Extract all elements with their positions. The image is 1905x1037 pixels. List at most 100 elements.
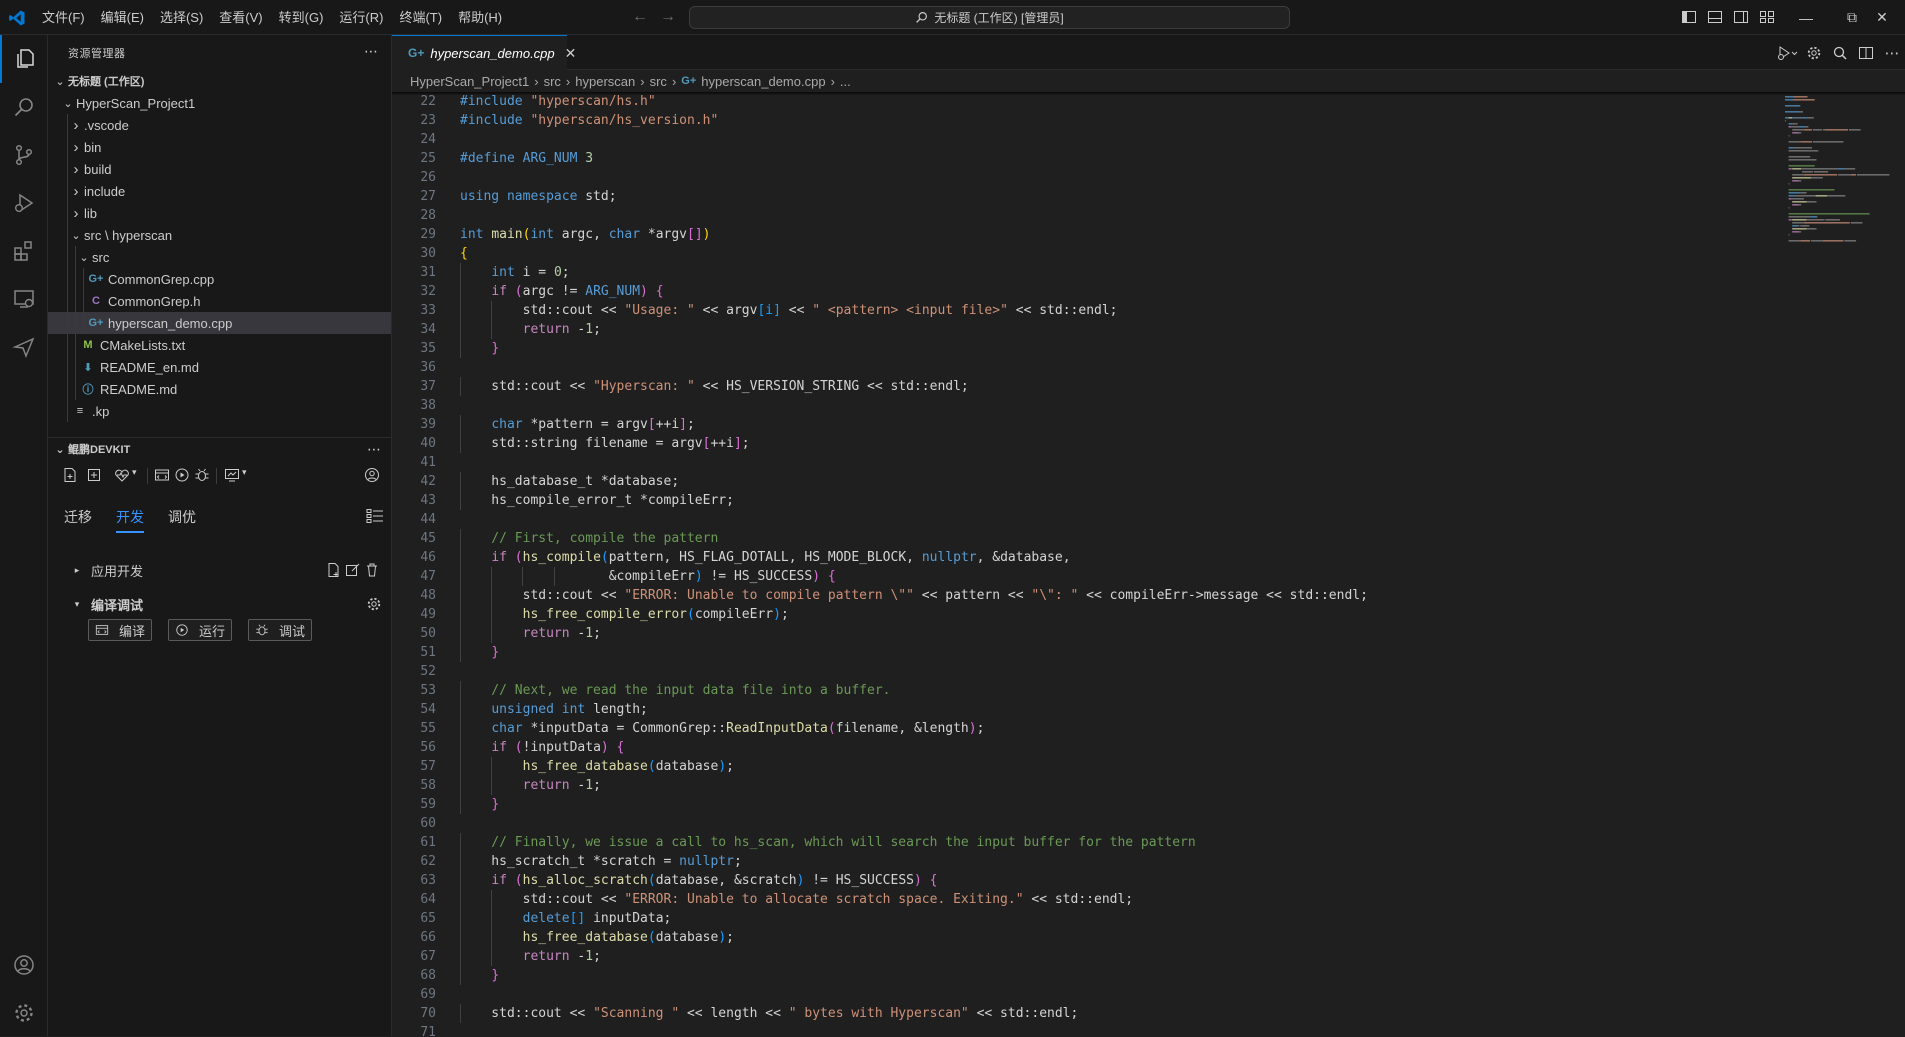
code-token: inputData; (585, 911, 672, 926)
vscode-logo-icon[interactable] (8, 9, 26, 27)
settings-gear-icon[interactable] (366, 596, 382, 612)
find-icon[interactable] (1827, 45, 1853, 61)
tree-item[interactable]: › build (48, 158, 391, 180)
menu-terminal[interactable]: 终端(T) (391, 0, 450, 35)
group-app-development[interactable]: ▸ 应用开发 (48, 559, 391, 581)
compile-button[interactable]: 编译 (88, 619, 153, 641)
debug-bug-icon[interactable] (194, 467, 210, 483)
workspace-root[interactable]: ⌄ 无标题 (工作区) (48, 70, 391, 92)
toggle-secondary-sidebar-icon[interactable] (1733, 9, 1749, 25)
delete-icon[interactable] (364, 562, 380, 578)
accounts-icon[interactable] (0, 941, 48, 989)
menu-help[interactable]: 帮助(H) (450, 0, 510, 35)
extensions-icon[interactable] (0, 227, 48, 275)
minimap-line (1812, 141, 1844, 143)
search-icon[interactable] (0, 83, 48, 131)
more-actions-icon[interactable]: ⋯ (367, 441, 381, 458)
close-window-icon[interactable]: ✕ (1859, 0, 1905, 35)
debug-button[interactable]: 调试 (248, 619, 313, 641)
new-project-icon[interactable] (62, 467, 78, 483)
line-number: 70 (420, 1006, 436, 1021)
new-file-icon[interactable] (326, 562, 342, 578)
tab-development[interactable]: 开发 (116, 507, 144, 533)
back-arrow-icon[interactable]: ← (632, 8, 648, 26)
tree-item[interactable]: ⓘ README.md (48, 378, 391, 400)
breadcrumb-src[interactable]: src (544, 74, 561, 89)
breadcrumb-hyperscan[interactable]: hyperscan (575, 74, 635, 89)
explorer-icon[interactable] (0, 35, 48, 83)
command-center[interactable]: 无标题 (工作区) [管理员] (689, 6, 1290, 29)
editor-tab-active[interactable]: G+ hyperscan_demo.cpp ✕ (392, 35, 576, 70)
menu-file[interactable]: 文件(F) (34, 0, 93, 35)
minimize-icon[interactable]: — (1783, 0, 1829, 35)
minimap-line (1817, 150, 1819, 152)
health-check-icon[interactable] (114, 467, 130, 483)
code-token: ; (976, 721, 985, 736)
edit-icon[interactable] (345, 562, 361, 578)
tree-item[interactable]: G+ hyperscan_demo.cpp (48, 312, 391, 334)
tab-tuning[interactable]: 调优 (168, 507, 196, 533)
customize-layout-icon[interactable] (1759, 9, 1775, 25)
close-tab-icon[interactable]: ✕ (565, 45, 577, 62)
more-actions-icon[interactable]: ⋯ (1879, 44, 1905, 62)
chevron-down-icon[interactable]: ▾ (132, 467, 137, 478)
run-button[interactable]: 运行 (168, 619, 233, 641)
code-line: 68 } (392, 966, 1792, 985)
compile-icon[interactable] (154, 467, 170, 483)
user-account-icon[interactable] (364, 467, 380, 483)
tree-item[interactable]: ≡ .kp (48, 400, 391, 422)
tab-migration[interactable]: 迁移 (64, 507, 92, 533)
tree-item[interactable]: ⬇ README_en.md (48, 356, 391, 378)
tree-item[interactable]: › include (48, 180, 391, 202)
code-editor[interactable]: 22 #include "hyperscan/hs.h" 23 #include "h… (392, 92, 1905, 1036)
breadcrumb-symbols[interactable]: ... (840, 74, 851, 89)
tree-item[interactable]: › .vscode (48, 114, 391, 136)
code-token: if (491, 873, 515, 888)
source-control-icon[interactable] (0, 131, 48, 179)
breadcrumb-project[interactable]: HyperScan_Project1 (410, 74, 529, 89)
run-icon[interactable] (174, 467, 190, 483)
minimap[interactable] (1781, 92, 1891, 292)
code-token: ; (561, 265, 570, 280)
more-actions-icon[interactable]: ⋯ (364, 43, 378, 60)
menu-go[interactable]: 转到(G) (271, 0, 332, 35)
manage-gear-icon[interactable] (0, 989, 48, 1037)
breadcrumb-src-inner[interactable]: src (650, 74, 667, 89)
menu-view[interactable]: 查看(V) (211, 0, 270, 35)
group-build-debug[interactable]: ▾ 编译调试 (48, 593, 391, 615)
tree-item[interactable]: ⌄ src (48, 246, 391, 268)
chevron-down-icon[interactable]: ▾ (242, 467, 247, 478)
run-debug-icon[interactable] (0, 179, 48, 227)
tree-item[interactable]: G+ CommonGrep.cpp (48, 268, 391, 290)
menu-selection[interactable]: 选择(S) (152, 0, 211, 35)
toggle-primary-sidebar-icon[interactable] (1681, 9, 1697, 25)
run-debug-dropdown-icon[interactable] (1775, 45, 1801, 61)
tree-item-label: build (84, 161, 112, 177)
minimap-line (1800, 132, 1802, 134)
split-editor-icon[interactable] (1853, 45, 1879, 61)
tree-item[interactable]: M CMakeLists.txt (48, 334, 391, 356)
devkit-header[interactable]: ⌄ 鲲鹏DEVKIT ⋯ (48, 437, 391, 460)
code-token: i = (522, 265, 554, 280)
forward-arrow-icon[interactable]: → (660, 8, 676, 26)
import-project-icon[interactable] (86, 467, 102, 483)
settings-gear-icon[interactable] (1801, 45, 1827, 61)
monitor-icon[interactable] (224, 467, 240, 483)
code-token: delete (522, 911, 570, 926)
kunpeng-devkit-icon[interactable] (0, 323, 48, 371)
list-view-icon[interactable] (366, 508, 384, 524)
toggle-panel-icon[interactable] (1707, 9, 1723, 25)
tree-item[interactable]: › lib (48, 202, 391, 224)
remote-explorer-icon[interactable] (0, 275, 48, 323)
chevron-right-icon: › (73, 182, 79, 200)
menu-edit[interactable]: 编辑(E) (93, 0, 152, 35)
tree-item[interactable]: › bin (48, 136, 391, 158)
breadcrumb-file[interactable]: hyperscan_demo.cpp (701, 74, 825, 89)
indent-guide (75, 290, 76, 312)
tree-item[interactable]: C CommonGrep.h (48, 290, 391, 312)
line-number: 53 (420, 683, 436, 698)
tree-item[interactable]: ⌄ HyperScan_Project1 (48, 92, 391, 114)
menu-run[interactable]: 运行(R) (331, 0, 391, 35)
tree-item[interactable]: ⌄ src \ hyperscan (48, 224, 391, 246)
